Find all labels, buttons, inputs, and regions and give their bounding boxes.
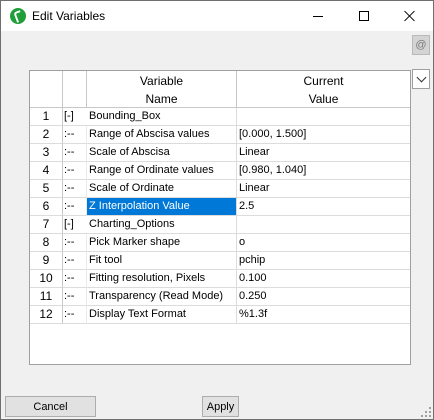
row-number: 8 (30, 234, 63, 252)
table-row[interactable]: 12:-- Display Text Format %1.3f (30, 306, 410, 324)
variable-value-cell[interactable]: [0.000, 1.500] (237, 126, 410, 144)
row-number: 7 (30, 216, 63, 234)
tree-connector: :-- (63, 180, 87, 198)
variable-value-cell[interactable]: pchip (237, 252, 410, 270)
variable-name-cell[interactable]: Z Interpolation Value (87, 198, 237, 216)
variable-value-cell[interactable] (237, 216, 410, 234)
table-row[interactable]: 9:-- Fit tool pchip (30, 252, 410, 270)
window-title: Edit Variables (32, 9, 106, 23)
tree-connector: :-- (63, 306, 87, 324)
variable-name-cell[interactable]: Bounding_Box (87, 108, 237, 126)
variable-name-cell[interactable]: Fitting resolution, Pixels (87, 270, 237, 288)
title-bar: Edit Variables (1, 1, 433, 31)
value-header-line1: Current (303, 74, 344, 88)
tree-connector: :-- (63, 288, 87, 306)
variable-name-cell[interactable]: Scale of Ordinate (87, 180, 237, 198)
at-icon: @ (415, 39, 427, 51)
variable-name-cell[interactable]: Display Text Format (87, 306, 237, 324)
table-row[interactable]: 8:-- Pick Marker shape o (30, 234, 410, 252)
app-logo-icon (10, 8, 26, 24)
tree-connector: :-- (63, 234, 87, 252)
variable-value-cell[interactable]: Linear (237, 144, 410, 162)
variable-value-cell[interactable]: Linear (237, 180, 410, 198)
tree-connector: :-- (63, 162, 87, 180)
variable-name-header[interactable]: Variable Name (87, 71, 237, 108)
maximize-button[interactable] (341, 1, 387, 31)
apply-button[interactable]: Apply (202, 396, 239, 417)
table-row[interactable]: 4:-- Range of Ordinate values [0.980, 1.04… (30, 162, 410, 180)
row-number: 3 (30, 144, 63, 162)
variable-value-cell[interactable] (237, 108, 410, 126)
variable-value-cell[interactable]: 0.250 (237, 288, 410, 306)
close-button[interactable] (387, 1, 433, 31)
table-row[interactable]: 11:-- Transparency (Read Mode) 0.250 (30, 288, 410, 306)
row-number: 12 (30, 306, 63, 324)
minimize-icon (313, 15, 323, 17)
variable-name-cell[interactable]: Pick Marker shape (87, 234, 237, 252)
cancel-button[interactable]: Cancel (5, 396, 96, 417)
variable-name-cell[interactable]: Scale of Abscisa (87, 144, 237, 162)
table-row[interactable]: 5:-- Scale of Ordinate Linear (30, 180, 410, 198)
variable-value-cell[interactable]: 2.5 (237, 198, 410, 216)
maximize-icon (359, 11, 369, 21)
variable-name-cell[interactable]: Fit tool (87, 252, 237, 270)
dropdown-button[interactable] (412, 69, 430, 89)
variable-value-cell[interactable]: 0.100 (237, 270, 410, 288)
table-row[interactable]: 1 [-] Bounding_Box (30, 108, 410, 126)
variable-value-cell[interactable]: %1.3f (237, 306, 410, 324)
row-number-header (30, 71, 63, 108)
edit-variables-window: Edit Variables @ Variable Name Current V… (0, 0, 434, 420)
table-row[interactable]: 3:-- Scale of Abscisa Linear (30, 144, 410, 162)
variable-header-line2: Name (145, 92, 178, 106)
variable-value-cell[interactable]: o (237, 234, 410, 252)
at-button[interactable]: @ (412, 35, 430, 55)
variable-name-cell[interactable]: Transparency (Read Mode) (87, 288, 237, 306)
variable-name-cell[interactable]: Charting_Options (87, 216, 237, 234)
row-number: 1 (30, 108, 63, 126)
variables-table: Variable Name Current Value 1 [-] Bounding… (29, 70, 411, 365)
row-number: 5 (30, 180, 63, 198)
tree-connector: :-- (63, 198, 87, 216)
row-number: 4 (30, 162, 63, 180)
close-icon (404, 10, 416, 22)
value-header-line2: Value (308, 92, 339, 106)
tree-column-header (63, 71, 87, 108)
tree-connector: :-- (63, 270, 87, 288)
row-number: 11 (30, 288, 63, 306)
row-number: 10 (30, 270, 63, 288)
row-number: 6 (30, 198, 63, 216)
tree-connector: :-- (63, 144, 87, 162)
current-value-header[interactable]: Current Value (237, 71, 410, 108)
table-row[interactable]: 6:-- Z Interpolation Value 2.5 (30, 198, 410, 216)
table-row[interactable]: 2:-- Range of Abscisa values [0.000, 1.500… (30, 126, 410, 144)
row-number: 9 (30, 252, 63, 270)
table-row[interactable]: 10:-- Fitting resolution, Pixels 0.100 (30, 270, 410, 288)
variable-name-cell[interactable]: Range of Ordinate values (87, 162, 237, 180)
resize-grip[interactable] (421, 407, 433, 419)
tree-connector: :-- (63, 252, 87, 270)
tree-connector: :-- (63, 126, 87, 144)
variable-value-cell[interactable]: [0.980, 1.040] (237, 162, 410, 180)
tree-expander[interactable]: [-] (63, 216, 87, 234)
row-number: 2 (30, 126, 63, 144)
variable-name-cell[interactable]: Range of Abscisa values (87, 126, 237, 144)
table-row[interactable]: 7 [-] Charting_Options (30, 216, 410, 234)
chevron-down-icon (416, 72, 426, 83)
tree-expander[interactable]: [-] (63, 108, 87, 126)
minimize-button[interactable] (295, 1, 341, 31)
variable-header-line1: Variable (139, 74, 184, 88)
